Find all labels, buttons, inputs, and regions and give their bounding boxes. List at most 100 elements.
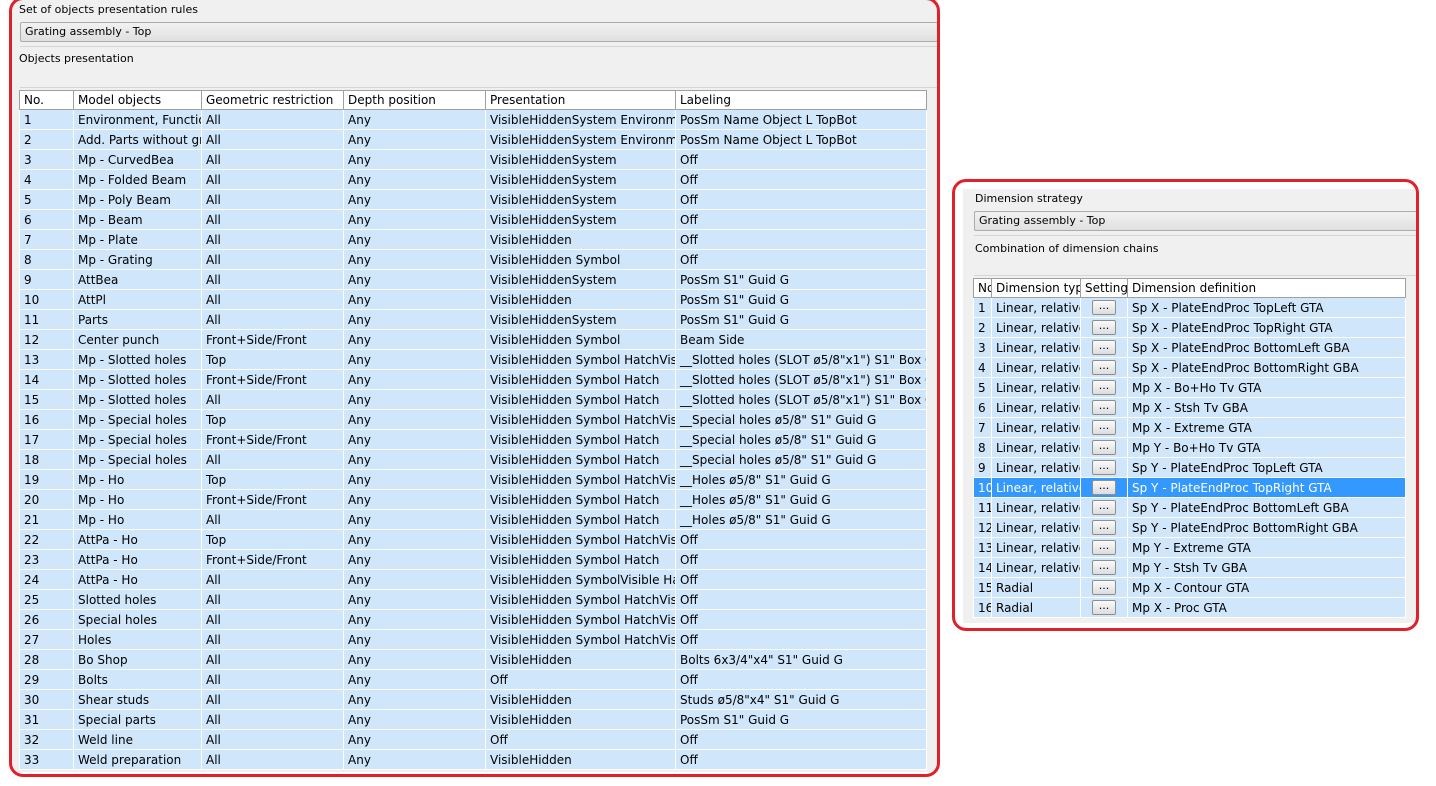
cell-depth-position[interactable]: Any <box>343 309 486 330</box>
cell-depth-position[interactable]: Any <box>343 429 486 450</box>
cell-labeling[interactable]: Off <box>675 589 927 610</box>
cell-presentation[interactable]: VisibleHidden <box>485 229 676 250</box>
table-row[interactable]: 2 Add. Parts without grid All Any VisibleHid… <box>19 129 927 150</box>
cell-dimension-type[interactable]: Linear, relative <box>991 377 1081 398</box>
cell-presentation[interactable]: VisibleHidden <box>485 689 676 710</box>
cell-geometric-restriction[interactable]: All <box>201 649 344 670</box>
settings-button[interactable]: ... <box>1092 300 1116 315</box>
cell-no[interactable]: 7 <box>19 229 74 250</box>
cell-no[interactable]: 15 <box>19 389 74 410</box>
cell-geometric-restriction[interactable]: All <box>201 569 344 590</box>
table-row[interactable]: 17 Mp - Special holes Front+Side/Front Any V… <box>19 429 927 450</box>
cell-dimension-type[interactable]: Linear, relative <box>991 317 1081 338</box>
cell-presentation[interactable]: VisibleHidden Symbol Hatch <box>485 549 676 570</box>
cell-geometric-restriction[interactable]: All <box>201 189 344 210</box>
cell-model-objects[interactable]: Mp - Plate <box>73 229 202 250</box>
cell-dimension-type[interactable]: Linear, relative <box>991 397 1081 418</box>
cell-presentation[interactable]: VisibleHidden Symbol HatchVisible <box>485 629 676 650</box>
cell-model-objects[interactable]: Mp - Folded Beam <box>73 169 202 190</box>
settings-button[interactable]: ... <box>1092 420 1116 435</box>
cell-model-objects[interactable]: Center punch <box>73 329 202 350</box>
table-row[interactable]: 9 AttBea All Any VisibleHiddenSystem PosSm S1… <box>19 269 927 290</box>
cell-model-objects[interactable]: Bo Shop <box>73 649 202 670</box>
cell-depth-position[interactable]: Any <box>343 629 486 650</box>
cell-geometric-restriction[interactable]: All <box>201 269 344 290</box>
cell-presentation[interactable]: VisibleHidden Symbol HatchVisible <box>485 589 676 610</box>
cell-labeling[interactable]: Off <box>675 569 927 590</box>
cell-no[interactable]: 20 <box>19 489 74 510</box>
cell-depth-position[interactable]: Any <box>343 729 486 750</box>
cell-depth-position[interactable]: Any <box>343 469 486 490</box>
table-row[interactable]: 15Radial... Mp X - Contour GTA <box>973 577 1406 598</box>
settings-button[interactable]: ... <box>1092 340 1116 355</box>
cell-geometric-restriction[interactable]: All <box>201 589 344 610</box>
table-row[interactable]: 32 Weld line All Any Off Off <box>19 729 927 750</box>
cell-model-objects[interactable]: Special parts <box>73 709 202 730</box>
cell-geometric-restriction[interactable]: All <box>201 169 344 190</box>
cell-labeling[interactable]: __Holes ø5/8" S1" Guid G <box>675 509 927 530</box>
cell-model-objects[interactable]: Mp - Special holes <box>73 429 202 450</box>
cell-presentation[interactable]: VisibleHiddenSystem Environment <box>485 109 676 130</box>
cell-presentation[interactable]: VisibleHiddenSystem <box>485 189 676 210</box>
table-row[interactable]: 13Linear, relative... Mp Y - Extreme GTA <box>973 537 1406 558</box>
cell-no[interactable]: 3 <box>973 337 992 358</box>
cell-no[interactable]: 25 <box>19 589 74 610</box>
settings-button[interactable]: ... <box>1092 580 1116 595</box>
cell-presentation[interactable]: VisibleHidden Symbol Hatch <box>485 449 676 470</box>
cell-model-objects[interactable]: Slotted holes <box>73 589 202 610</box>
cell-no[interactable]: 17 <box>19 429 74 450</box>
cell-dimension-definition[interactable]: Sp Y - PlateEndProc TopLeft GTA <box>1127 457 1406 478</box>
cell-dimension-type[interactable]: Radial <box>991 577 1081 598</box>
cell-no[interactable]: 16 <box>19 409 74 430</box>
cell-presentation[interactable]: VisibleHiddenSystem <box>485 209 676 230</box>
cell-geometric-restriction[interactable]: All <box>201 249 344 270</box>
cell-geometric-restriction[interactable]: All <box>201 449 344 470</box>
cell-depth-position[interactable]: Any <box>343 529 486 550</box>
set-of-rules-dropdown[interactable]: Grating assembly - Top <box>20 22 938 42</box>
cell-model-objects[interactable]: Add. Parts without grid <box>73 129 202 150</box>
cell-geometric-restriction[interactable]: All <box>201 629 344 650</box>
cell-dimension-definition[interactable]: Sp Y - PlateEndProc TopRight GTA <box>1127 477 1406 498</box>
cell-labeling[interactable]: Off <box>675 549 927 570</box>
cell-no[interactable]: 7 <box>973 417 992 438</box>
table-row[interactable]: 29 Bolts All Any Off Off <box>19 669 927 690</box>
cell-no[interactable]: 1 <box>19 109 74 130</box>
cell-model-objects[interactable]: Mp - Slotted holes <box>73 389 202 410</box>
cell-geometric-restriction[interactable]: All <box>201 609 344 630</box>
table-row[interactable]: 24 AttPa - Ho All Any VisibleHidden SymbolVi… <box>19 569 927 590</box>
table-row[interactable]: 12Linear, relative... Sp Y - PlateEndProc… <box>973 517 1406 538</box>
cell-no[interactable]: 11 <box>19 309 74 330</box>
cell-geometric-restriction[interactable]: Front+Side/Front <box>201 429 344 450</box>
cell-geometric-restriction[interactable]: All <box>201 109 344 130</box>
cell-labeling[interactable]: Off <box>675 169 927 190</box>
table-row[interactable]: 3 Mp - CurvedBea All Any VisibleHiddenSystem… <box>19 149 927 170</box>
cell-model-objects[interactable]: Mp - Slotted holes <box>73 369 202 390</box>
cell-dimension-definition[interactable]: Sp X - PlateEndProc TopLeft GTA <box>1127 297 1406 318</box>
cell-geometric-restriction[interactable]: All <box>201 389 344 410</box>
cell-depth-position[interactable]: Any <box>343 709 486 730</box>
cell-dimension-definition[interactable]: Sp X - PlateEndProc BottomLeft GBA <box>1127 337 1406 358</box>
cell-no[interactable]: 3 <box>19 149 74 170</box>
cell-model-objects[interactable]: Bolts <box>73 669 202 690</box>
cell-no[interactable]: 12 <box>19 329 74 350</box>
cell-labeling[interactable]: Off <box>675 229 927 250</box>
cell-geometric-restriction[interactable]: All <box>201 209 344 230</box>
cell-depth-position[interactable]: Any <box>343 169 486 190</box>
cell-no[interactable]: 4 <box>973 357 992 378</box>
cell-geometric-restriction[interactable]: Top <box>201 469 344 490</box>
cell-labeling[interactable]: __Special holes ø5/8" S1" Guid G <box>675 429 927 450</box>
column-header-no[interactable]: No. <box>19 90 74 110</box>
cell-no[interactable]: 13 <box>973 537 992 558</box>
cell-no[interactable]: 23 <box>19 549 74 570</box>
cell-model-objects[interactable]: Mp - Ho <box>73 469 202 490</box>
table-row[interactable]: 6 Linear, relative... Mp X - Stsh Tv GBA <box>973 397 1406 418</box>
cell-geometric-restriction[interactable]: Front+Side/Front <box>201 489 344 510</box>
cell-depth-position[interactable]: Any <box>343 189 486 210</box>
cell-no[interactable]: 10 <box>973 477 992 498</box>
cell-no[interactable]: 15 <box>973 577 992 598</box>
cell-dimension-definition[interactable]: Mp X - Proc GTA <box>1127 597 1406 618</box>
cell-labeling[interactable]: Off <box>675 669 927 690</box>
table-row[interactable]: 10Linear, relative... Sp Y - PlateEndProc… <box>973 477 1406 498</box>
cell-no[interactable]: 6 <box>973 397 992 418</box>
cell-no[interactable]: 5 <box>973 377 992 398</box>
